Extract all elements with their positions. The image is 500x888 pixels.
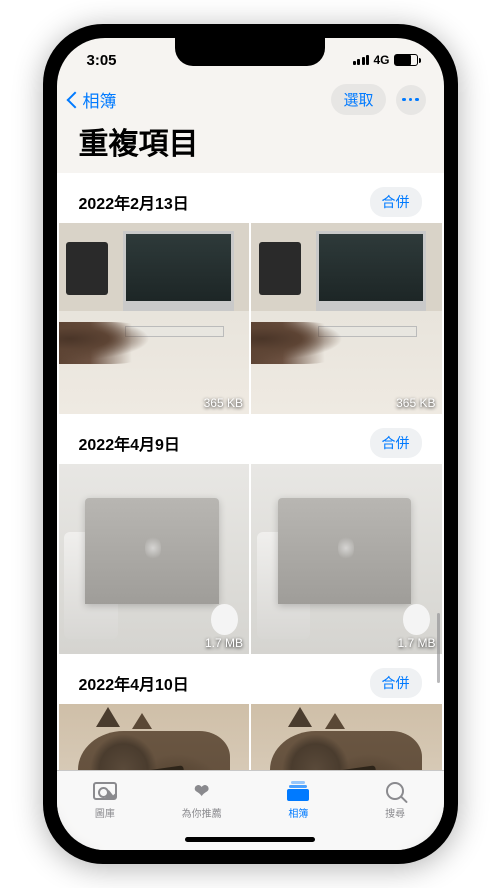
tab-search[interactable]: 搜尋	[347, 779, 444, 820]
file-size-label: 365 KB	[204, 396, 243, 410]
file-size-label: 1.7 MB	[397, 636, 435, 650]
signal-strength-icon	[353, 55, 370, 65]
albums-icon	[287, 781, 309, 801]
photo-thumbnail[interactable]: 2.2 MB	[59, 704, 250, 770]
photo-thumbnail[interactable]: 365 KB	[59, 223, 250, 414]
group-date: 2022年4月10日	[79, 671, 189, 695]
status-time: 3:05	[87, 52, 117, 69]
tab-for-you[interactable]: ❤︎ 為你推薦	[153, 779, 250, 820]
network-label: 4G	[373, 53, 389, 67]
home-indicator[interactable]	[185, 837, 315, 842]
tab-library[interactable]: 圖庫	[57, 779, 154, 820]
scroll-indicator[interactable]	[437, 613, 440, 683]
merge-button[interactable]: 合併	[370, 428, 422, 458]
file-size-label: 1.7 MB	[205, 636, 243, 650]
file-size-label: 365 KB	[396, 396, 435, 410]
tab-label: 相簿	[288, 805, 308, 820]
library-icon	[93, 782, 117, 800]
merge-button[interactable]: 合併	[370, 668, 422, 698]
page-title: 重複項目	[57, 119, 444, 173]
phone-screen: 3:05 4G 相簿 選取 重複項目	[57, 38, 444, 850]
tab-label: 圖庫	[95, 805, 115, 820]
group-date: 2022年2月13日	[79, 190, 189, 214]
tab-label: 搜尋	[385, 805, 405, 820]
photo-thumbnail[interactable]: 365 KB	[251, 223, 442, 414]
tab-label: 為你推薦	[182, 805, 222, 820]
select-button[interactable]: 選取	[331, 84, 385, 115]
for-you-icon: ❤︎	[189, 779, 215, 803]
merge-button[interactable]: 合併	[370, 187, 422, 217]
duplicate-group: 2022年2月13日 合併 365 KB 365 KB	[57, 173, 444, 414]
more-button[interactable]	[396, 85, 426, 115]
photo-thumbnail[interactable]: 2.2 MB	[251, 704, 442, 770]
content-area[interactable]: 2022年2月13日 合併 365 KB 365 KB	[57, 173, 444, 770]
duplicate-group: 2022年4月10日 合併 2.2 MB 2.2 MB	[57, 654, 444, 770]
photo-thumbnail[interactable]: 1.7 MB	[251, 464, 442, 655]
notch	[175, 38, 325, 66]
nav-bar: 相簿 選取	[57, 82, 444, 119]
battery-icon	[394, 54, 418, 66]
search-icon	[386, 782, 404, 800]
back-label: 相簿	[83, 87, 117, 112]
back-button[interactable]: 相簿	[69, 87, 117, 112]
photo-thumbnail[interactable]: 1.7 MB	[59, 464, 250, 655]
tab-albums[interactable]: 相簿	[250, 779, 347, 820]
chevron-left-icon	[66, 91, 83, 108]
duplicate-group: 2022年4月9日 合併 1.7 MB 1.7 MB	[57, 414, 444, 655]
group-date: 2022年4月9日	[79, 431, 180, 455]
phone-frame: 3:05 4G 相簿 選取 重複項目	[43, 24, 458, 864]
